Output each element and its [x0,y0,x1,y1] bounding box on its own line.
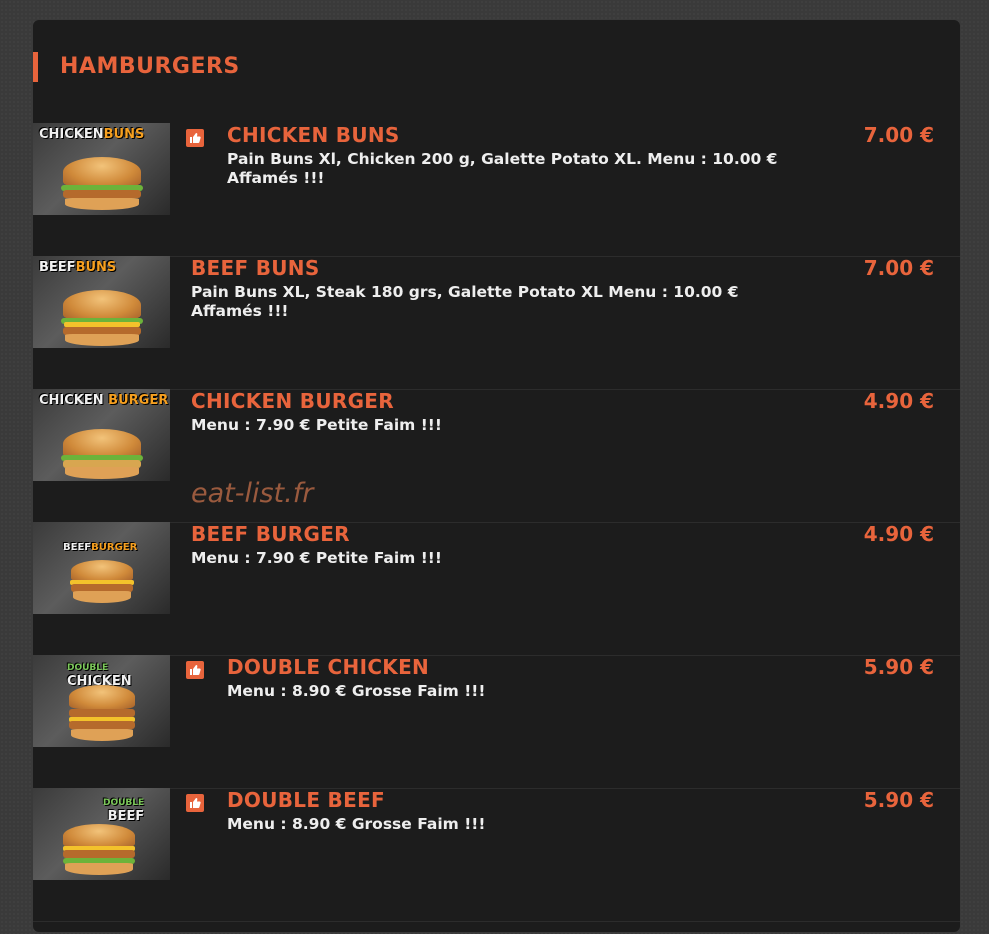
item-photo: CHICKEN BURGER [33,389,170,481]
thumbs-up-icon[interactable] [186,129,204,147]
item-description: Menu : 8.90 € Grosse Faim !!! [227,815,486,833]
section-title: HAMBURGERS [33,52,240,82]
item-description: Pain Buns XL, Steak 180 grs, Galette Pot… [191,283,739,320]
photo-label: BEEFBUNS [39,260,117,275]
photo-label: DOUBLE BEEF [103,798,145,824]
item-price: 7.00 € [863,256,934,280]
photo-label: BEEFBURGER [63,542,138,553]
item-photo: DOUBLE BEEF [33,788,170,880]
item-name: CHICKEN BUNS [227,123,400,147]
item-name: DOUBLE CHICKEN [227,655,430,679]
item-photo: DOUBLE CHICKEN [33,655,170,747]
item-description: Pain Buns Xl, Chicken 200 g, Galette Pot… [227,150,778,187]
item-price: 5.90 € [863,655,934,679]
item-photo: BEEFBUNS [33,256,170,348]
photo-label: CHICKENBUNS [39,127,145,142]
thumbs-up-icon[interactable] [186,661,204,679]
item-price: 4.90 € [863,522,934,546]
menu-item[interactable]: CHICKEN BURGER CHICKEN BURGER Menu : 7.9… [33,389,960,523]
item-price: 4.90 € [863,389,934,413]
item-name: CHICKEN BURGER [191,389,394,413]
menu-item[interactable]: DOUBLE BEEF DOUBLE BEEF Menu : 8.90 € Gro… [33,788,960,922]
thumbs-up-icon[interactable] [186,794,204,812]
item-description: Menu : 7.90 € Petite Faim !!! [191,549,442,567]
menu-item[interactable]: DOUBLE CHICKEN DOUBLE CHICKEN Menu : 8.90… [33,655,960,789]
item-name: DOUBLE BEEF [227,788,385,812]
watermark: eat-list.fr [191,478,314,509]
item-price: 7.00 € [863,123,934,147]
item-photo: BEEFBURGER [33,522,170,614]
menu-item[interactable]: BEEFBUNS BEEF BUNS Pain Buns XL, Steak 1… [33,256,960,390]
item-name: BEEF BUNS [191,256,320,280]
menu-item[interactable]: CHICKENBUNS CHICKEN BUNS Pain Buns Xl, C… [33,123,960,257]
item-photo: CHICKENBUNS [33,123,170,215]
item-price: 5.90 € [863,788,934,812]
menu-item[interactable]: BEEFBURGER BEEF BURGER Menu : 7.90 € Pet… [33,522,960,656]
photo-label: CHICKEN BURGER [39,393,169,408]
item-description: Menu : 8.90 € Grosse Faim !!! [227,682,486,700]
menu-panel: HAMBURGERS CHICKENBUNS CHICKEN BUNS Pain… [33,20,960,932]
item-name: BEEF BURGER [191,522,350,546]
item-description: Menu : 7.90 € Petite Faim !!! [191,416,442,434]
